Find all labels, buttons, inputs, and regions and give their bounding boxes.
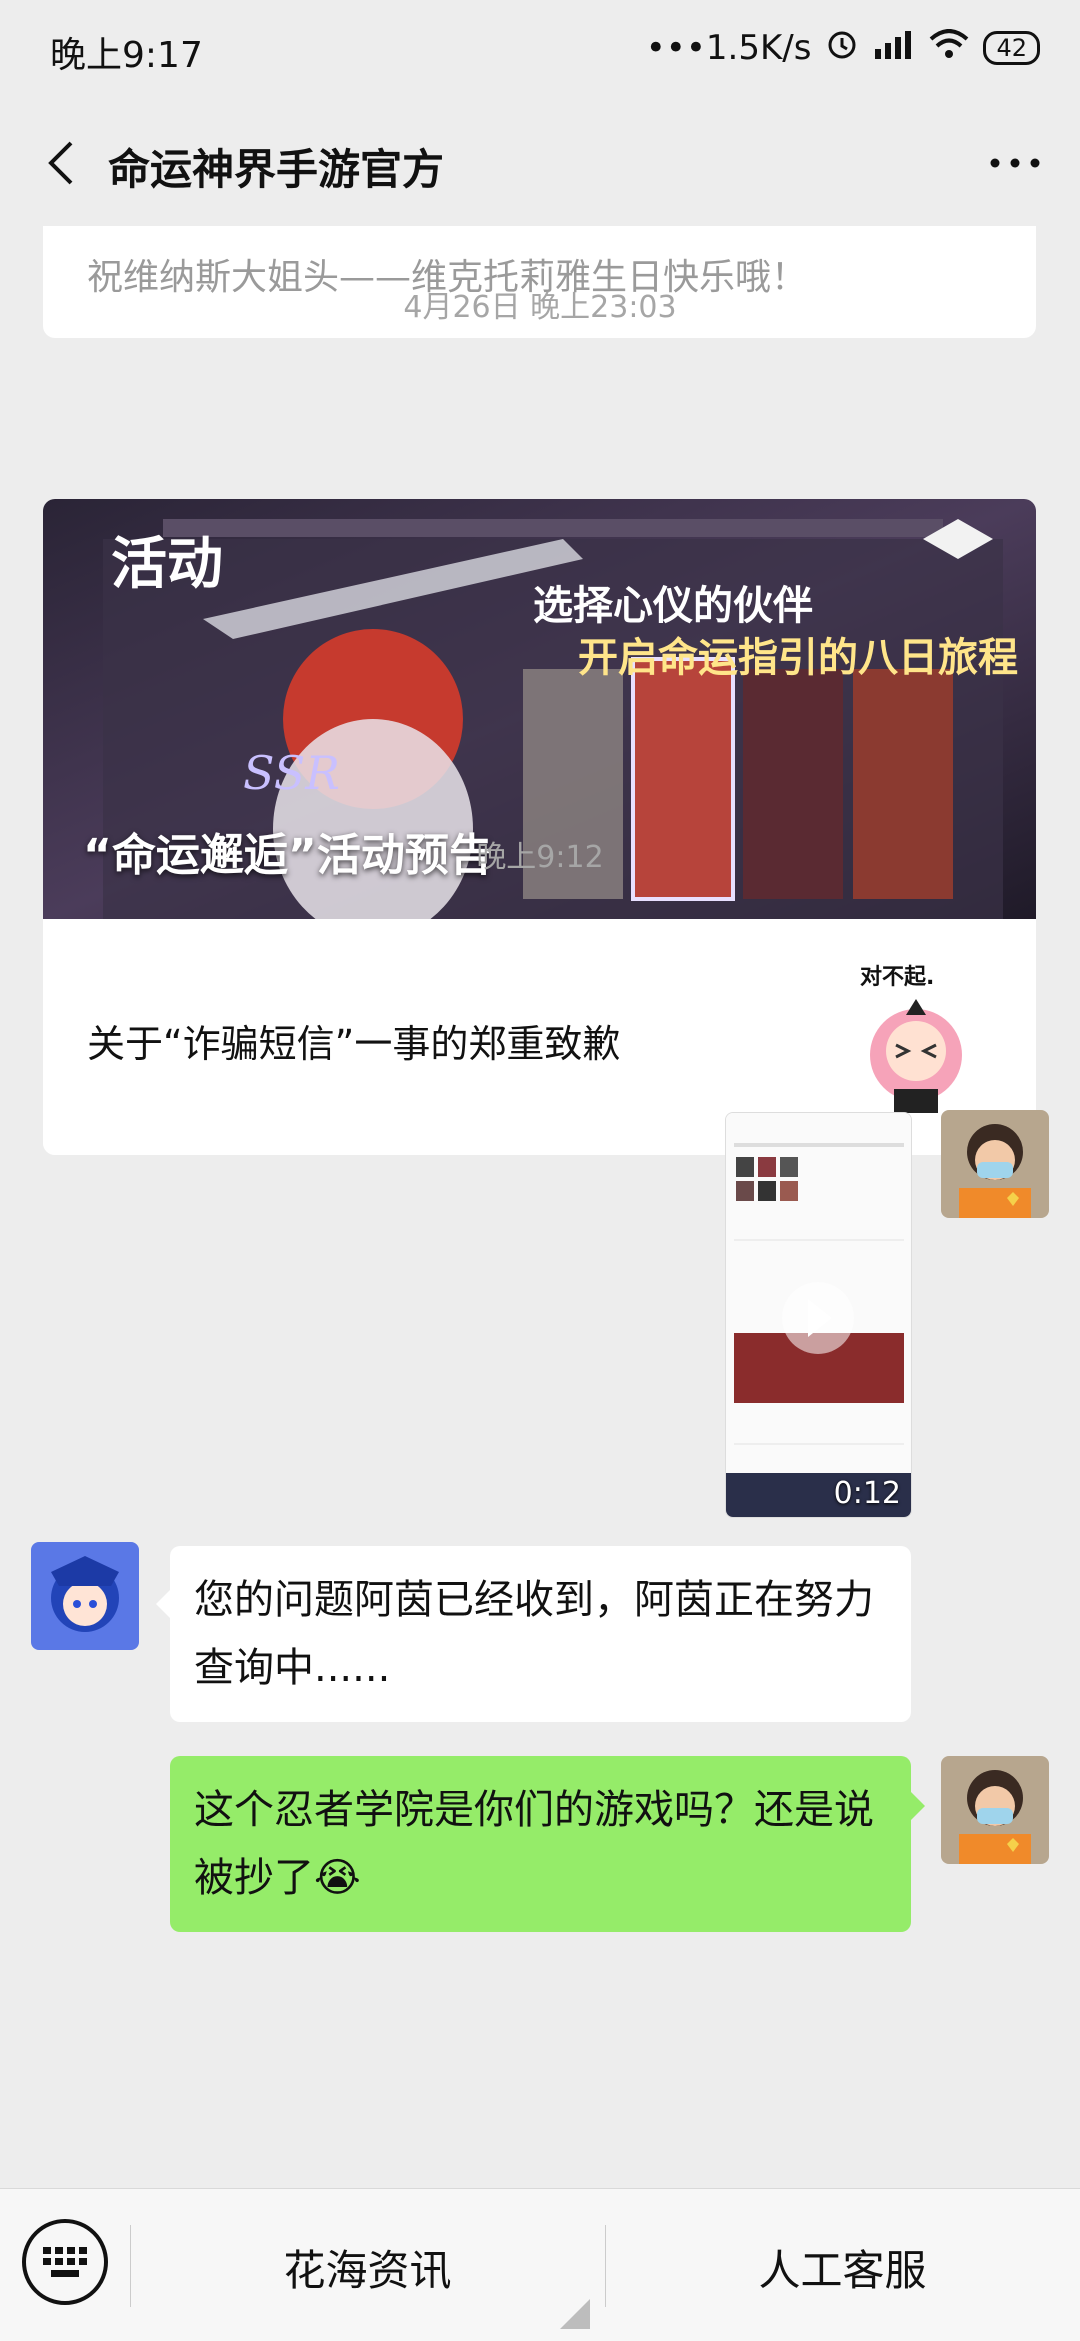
user-message-text: 这个忍者学院是你们的游戏吗？还是说被抄了😭 <box>194 1787 874 1901</box>
svg-text:开启命运指引的八日旅程: 开启命运指引的八日旅程 <box>578 635 1018 681</box>
user-avatar[interactable] <box>941 1756 1049 1864</box>
banner-tag: 活动 <box>111 531 223 597</box>
battery-icon: 42 <box>983 31 1040 65</box>
video-duration: 0:12 <box>833 1476 901 1511</box>
svg-text:选择心仪的伙伴: 选择心仪的伙伴 <box>533 583 813 629</box>
bottom-menu-bar: 花海资讯 人工客服 <box>0 2188 1080 2341</box>
timestamp: 晚上9:12 <box>476 840 604 875</box>
keyboard-icon <box>43 2247 87 2277</box>
sticker-text: 对不起. <box>860 965 935 990</box>
network-speed: •••1.5K/s <box>645 28 812 68</box>
alarm-icon <box>825 27 859 70</box>
svg-text:SSR: SSR <box>243 746 340 800</box>
keyboard-toggle-button[interactable] <box>22 2219 108 2305</box>
official-avatar[interactable] <box>31 1542 139 1650</box>
official-message-text: 您的问题阿茵已经收到，阿茵正在努力查询中...... <box>194 1577 874 1691</box>
signal-icon <box>873 28 915 68</box>
submenu-indicator-icon <box>560 2299 590 2329</box>
more-dots-icon <box>990 158 1040 168</box>
article-card[interactable]: 选择心仪的伙伴 开启命运指引的八日旅程 SSR 活动 “命运邂逅”活动预告 关于… <box>43 499 1036 1155</box>
status-time: 晚上9:17 <box>50 35 203 76</box>
official-message-bubble[interactable]: 您的问题阿茵已经收到，阿茵正在努力查询中...... <box>156 1546 911 1722</box>
wifi-icon <box>929 28 969 68</box>
menu-item-news[interactable]: 花海资讯 <box>130 2237 605 2298</box>
status-bar: 晚上9:17 •••1.5K/s 42 <box>0 0 1080 100</box>
article-title: 关于“诈骗短信”一事的郑重致歉 <box>87 1022 621 1066</box>
menu-item-customer-service[interactable]: 人工客服 <box>605 2237 1080 2298</box>
page-title: 命运神界手游官方 <box>108 145 445 194</box>
chevron-left-icon <box>48 141 73 185</box>
video-thumbnail <box>726 1113 911 1517</box>
video-message[interactable]: 0:12 <box>725 1112 912 1518</box>
user-message-bubble[interactable]: 这个忍者学院是你们的游戏吗？还是说被抄了😭 <box>170 1756 925 1932</box>
status-icons: •••1.5K/s 42 <box>646 24 1040 72</box>
back-button[interactable] <box>30 130 90 196</box>
user-avatar[interactable] <box>941 1110 1049 1218</box>
sticker-thumbnail: 对不起. <box>836 959 996 1119</box>
chat-area[interactable]: 祝维纳斯大姐头——维克托莉雅生日快乐哦！ 4月26日 晚上23:03 选择心仪的… <box>0 226 1080 2188</box>
timestamp: 4月26日 晚上23:03 <box>403 290 677 325</box>
nav-bar: 命运神界手游官方 <box>0 100 1080 226</box>
more-button[interactable] <box>980 132 1050 194</box>
